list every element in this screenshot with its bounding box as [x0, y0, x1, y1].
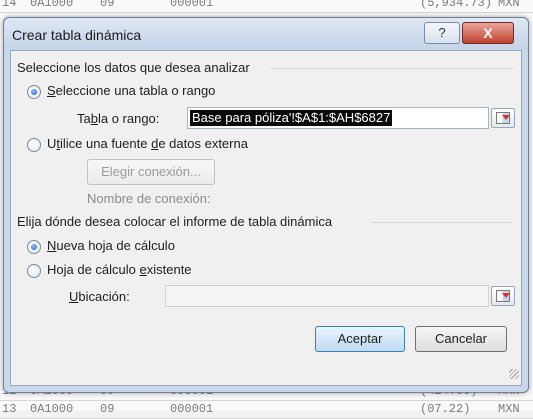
- range-input-value: Base para póliza'!$A$1:$AH$6827: [190, 110, 393, 126]
- sheet-cell: 0A1000: [30, 0, 74, 10]
- radio-new-sheet[interactable]: [27, 240, 41, 254]
- section-divider: [271, 68, 513, 69]
- radio-table-or-range[interactable]: [27, 85, 41, 99]
- label-existing-sheet[interactable]: Hoja de cálculo existente: [47, 262, 192, 277]
- sheet-cell: 000001: [170, 0, 214, 10]
- sheet-row-top: 14 0A1000 09 000001 (5,934.73) MXN: [0, 0, 533, 13]
- close-icon[interactable]: X: [462, 22, 514, 44]
- sheet-cell: MXN: [498, 0, 520, 10]
- sheet-cell: 14: [2, 0, 17, 10]
- location-collapse-button[interactable]: [491, 286, 515, 306]
- sheet-cell: 13: [2, 402, 17, 416]
- radio-existing-sheet[interactable]: [27, 264, 41, 278]
- choose-connection-button[interactable]: Elegir conexión...: [87, 159, 215, 185]
- create-pivot-table-dialog: Crear tabla dinámica ? X Seleccione los …: [3, 17, 529, 393]
- sheet-cell: (5,934.73): [420, 0, 493, 10]
- sheet-cell: MXN: [498, 402, 520, 416]
- dialog-body: Seleccione los datos que desea analizar …: [10, 50, 522, 386]
- collapse-arrow-icon: [502, 293, 510, 298]
- connection-name-label: Nombre de conexión:: [87, 191, 211, 206]
- cancel-button[interactable]: Cancelar: [415, 326, 507, 352]
- label-external-source[interactable]: Utilice una fuente de datos externa: [47, 136, 248, 151]
- radio-external-source[interactable]: [27, 138, 41, 152]
- location-input[interactable]: [165, 285, 489, 307]
- sheet-cell: 0A1000: [30, 402, 74, 416]
- section-divider: [371, 222, 513, 223]
- sheet-cell: 09: [100, 402, 115, 416]
- range-collapse-button[interactable]: [491, 108, 515, 128]
- sheet-cell: 000001: [170, 402, 214, 416]
- location-label: Ubicación:: [69, 289, 130, 304]
- sheet-cell: 09: [100, 0, 115, 10]
- range-input[interactable]: Base para póliza'!$A$1:$AH$6827: [187, 107, 489, 129]
- resize-grip-icon[interactable]: [509, 369, 519, 379]
- dialog-title: Crear tabla dinámica: [12, 27, 142, 43]
- section-heading-data: Seleccione los datos que desea analizar: [17, 60, 250, 75]
- section-heading-location: Elija dónde desea colocar el informe de …: [17, 214, 333, 229]
- sheet-cell: (07.22): [420, 402, 471, 416]
- dialog-titlebar[interactable]: Crear tabla dinámica ? X: [4, 18, 528, 50]
- collapse-arrow-icon: [502, 115, 510, 120]
- label-range-field: Tabla o rango:: [77, 111, 160, 126]
- ok-button[interactable]: Aceptar: [315, 326, 405, 352]
- label-table-or-range[interactable]: Seleccione una tabla o rango: [47, 83, 215, 98]
- label-new-sheet[interactable]: Nueva hoja de cálculo: [47, 238, 175, 253]
- help-icon[interactable]: ?: [424, 22, 460, 44]
